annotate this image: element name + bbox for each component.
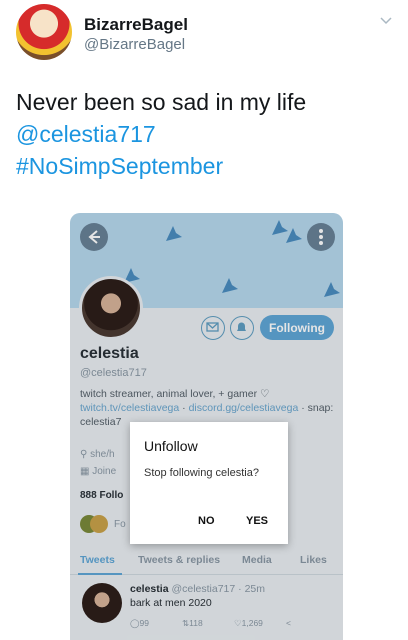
display-name[interactable]: BizarreBagel bbox=[84, 15, 188, 35]
dialog-message: Stop following celestia? bbox=[144, 467, 259, 479]
tweet-text-line: Never been so sad in my life bbox=[16, 89, 307, 115]
no-button[interactable]: NO bbox=[198, 515, 215, 527]
tweet-text: Never been so sad in my life @celestia71… bbox=[16, 86, 306, 182]
dialog-title: Unfollow bbox=[144, 438, 198, 454]
avatar[interactable] bbox=[16, 4, 72, 60]
tweet-header: BizarreBagel @BizarreBagel bbox=[16, 4, 398, 60]
unfollow-dialog: Unfollow Stop following celestia? NO YES bbox=[130, 422, 288, 544]
hashtag-link[interactable]: #NoSimpSeptember bbox=[16, 150, 306, 182]
user-handle[interactable]: @BizarreBagel bbox=[84, 36, 185, 53]
mention-link[interactable]: @celestia717 bbox=[16, 118, 306, 150]
yes-button[interactable]: YES bbox=[246, 515, 268, 527]
embedded-screenshot[interactable]: Following celestia @celestia717 twitch s… bbox=[70, 213, 343, 640]
chevron-down-icon[interactable] bbox=[378, 12, 394, 28]
